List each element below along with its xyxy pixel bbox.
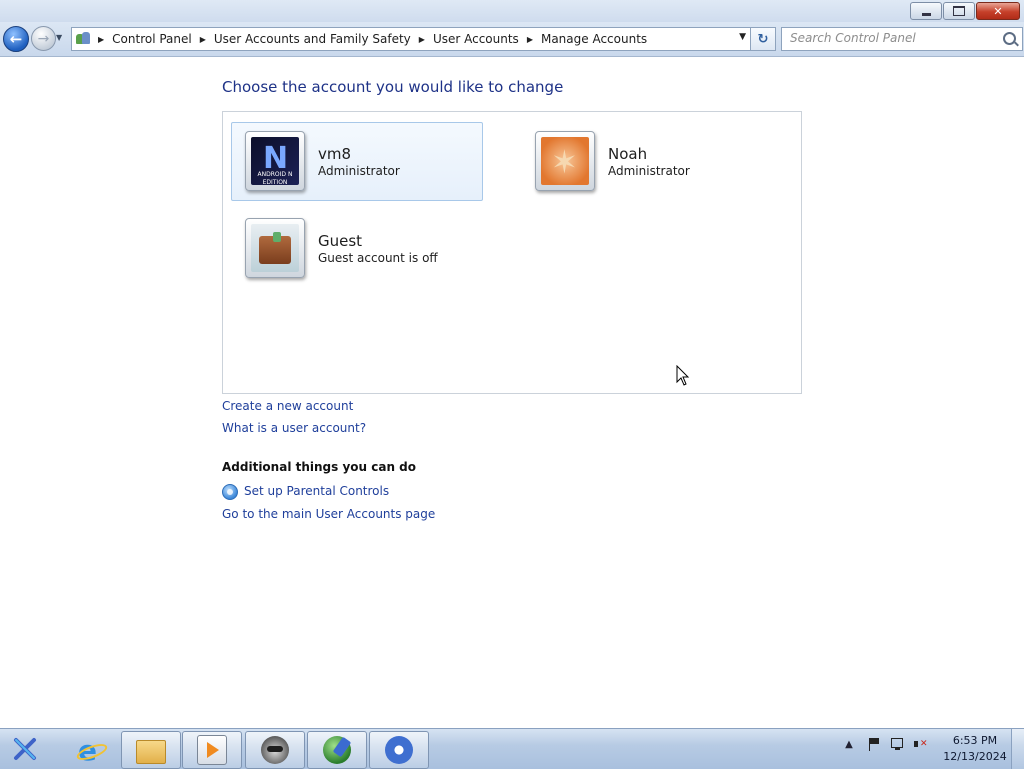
account-name: Noah — [608, 145, 648, 163]
notification-area: ▲ — [842, 737, 928, 751]
breadcrumb-chevron-icon[interactable]: ▶ — [200, 35, 206, 44]
account-role: Administrator — [318, 164, 400, 178]
breadcrumb-chevron-icon[interactable]: ▶ — [527, 35, 533, 44]
breadcrumb-chevron-icon[interactable]: ▶ — [419, 35, 425, 44]
account-tile-guest[interactable]: Guest Guest account is off — [231, 209, 483, 288]
raccoon-icon — [261, 736, 289, 764]
parental-controls-link[interactable]: Set up Parental Controls — [244, 484, 389, 498]
page-title: Choose the account you would like to cha… — [222, 78, 564, 96]
taskbar-download-manager[interactable] — [307, 731, 367, 769]
account-name: vm8 — [318, 145, 352, 163]
create-account-link[interactable]: Create a new account — [222, 399, 353, 413]
breadcrumb-user-accounts[interactable]: User Accounts — [433, 32, 519, 46]
taskbar-raccoon-app[interactable] — [245, 731, 305, 769]
back-button[interactable]: ← — [3, 26, 29, 52]
address-bar[interactable]: ▶ Control Panel ▶ User Accounts and Fami… — [71, 27, 751, 51]
system-clock[interactable]: 6:53 PM 12/13/2024 — [940, 733, 1010, 765]
internet-explorer-icon: e — [74, 734, 110, 767]
additional-things-heading: Additional things you can do — [222, 460, 417, 474]
show-hidden-icons-button[interactable]: ▲ — [842, 737, 856, 751]
breadcrumb-user-accounts-family-safety[interactable]: User Accounts and Family Safety — [214, 32, 411, 46]
account-picture-guest — [245, 218, 305, 278]
search-box[interactable] — [781, 27, 1023, 51]
breadcrumb-manage-accounts[interactable]: Manage Accounts — [541, 32, 647, 46]
account-tile-vm8[interactable]: N ANDROID N EDITION vm8 Administrator — [231, 122, 483, 201]
taskbar-media-player[interactable] — [182, 731, 242, 769]
address-dropdown-icon[interactable]: ▼ — [739, 32, 746, 42]
taskbar-internet-explorer[interactable]: e — [60, 731, 120, 769]
refresh-icon: ↻ — [757, 31, 769, 47]
taskbar-control-panel[interactable] — [369, 731, 429, 769]
account-role: Guest account is off — [318, 251, 438, 265]
chevron-up-icon: ▲ — [845, 738, 853, 750]
start-orb-icon — [14, 738, 36, 760]
account-role: Administrator — [608, 164, 690, 178]
window-title-bar: ✕ — [0, 0, 1024, 22]
breadcrumb-chevron-icon[interactable]: ▶ — [98, 35, 104, 44]
caption-buttons: ✕ — [910, 2, 1020, 20]
control-panel-users-icon — [76, 32, 90, 46]
android-n-edition-picture: N ANDROID N EDITION — [251, 137, 299, 185]
refresh-button[interactable]: ↻ — [750, 27, 776, 51]
start-button[interactable] — [10, 735, 40, 763]
account-picture-vm8: N ANDROID N EDITION — [245, 131, 305, 191]
account-tile-noah[interactable]: ✶ Noah Administrator — [521, 122, 773, 201]
suitcase-picture — [251, 224, 299, 272]
folder-icon — [136, 740, 166, 764]
forward-button[interactable]: → — [31, 26, 56, 51]
breadcrumb-control-panel[interactable]: Control Panel — [112, 32, 192, 46]
action-center-flag-icon[interactable] — [866, 737, 880, 751]
navigation-bar: ← → ▼ ▶ Control Panel ▶ User Accounts an… — [0, 22, 1024, 57]
back-arrow-icon: ← — [9, 30, 23, 48]
search-input[interactable] — [790, 28, 990, 48]
clock-date: 12/13/2024 — [943, 750, 1007, 763]
close-icon: ✕ — [993, 4, 1003, 18]
account-name: Guest — [318, 232, 363, 250]
media-player-icon — [197, 735, 227, 765]
forward-arrow-icon: → — [37, 30, 50, 47]
minimize-icon — [921, 12, 931, 16]
accounts-panel: N ANDROID N EDITION vm8 Administrator ✶ … — [222, 111, 802, 394]
globe-icon — [323, 736, 351, 764]
network-icon[interactable] — [890, 737, 904, 751]
search-icon[interactable] — [1003, 32, 1016, 45]
volume-muted-icon[interactable] — [914, 737, 928, 751]
main-user-accounts-page-link[interactable]: Go to the main User Accounts page — [222, 507, 435, 521]
account-picture-noah: ✶ — [535, 131, 595, 191]
close-button[interactable]: ✕ — [976, 2, 1020, 20]
restore-button[interactable] — [943, 2, 975, 20]
minimize-button[interactable] — [910, 2, 942, 20]
show-desktop-button[interactable] — [1011, 729, 1024, 769]
parental-controls-icon — [222, 484, 238, 500]
gear-icon — [385, 736, 413, 764]
clock-time: 6:53 PM — [952, 734, 998, 747]
taskbar: e ▲ 6:53 PM 12/13/2024 — [0, 728, 1024, 769]
starfish-picture: ✶ — [541, 137, 589, 185]
recent-pages-button[interactable]: ▼ — [56, 33, 66, 43]
restore-icon — [953, 6, 965, 16]
what-is-user-account-link[interactable]: What is a user account? — [222, 421, 366, 435]
taskbar-windows-explorer[interactable] — [121, 731, 181, 769]
